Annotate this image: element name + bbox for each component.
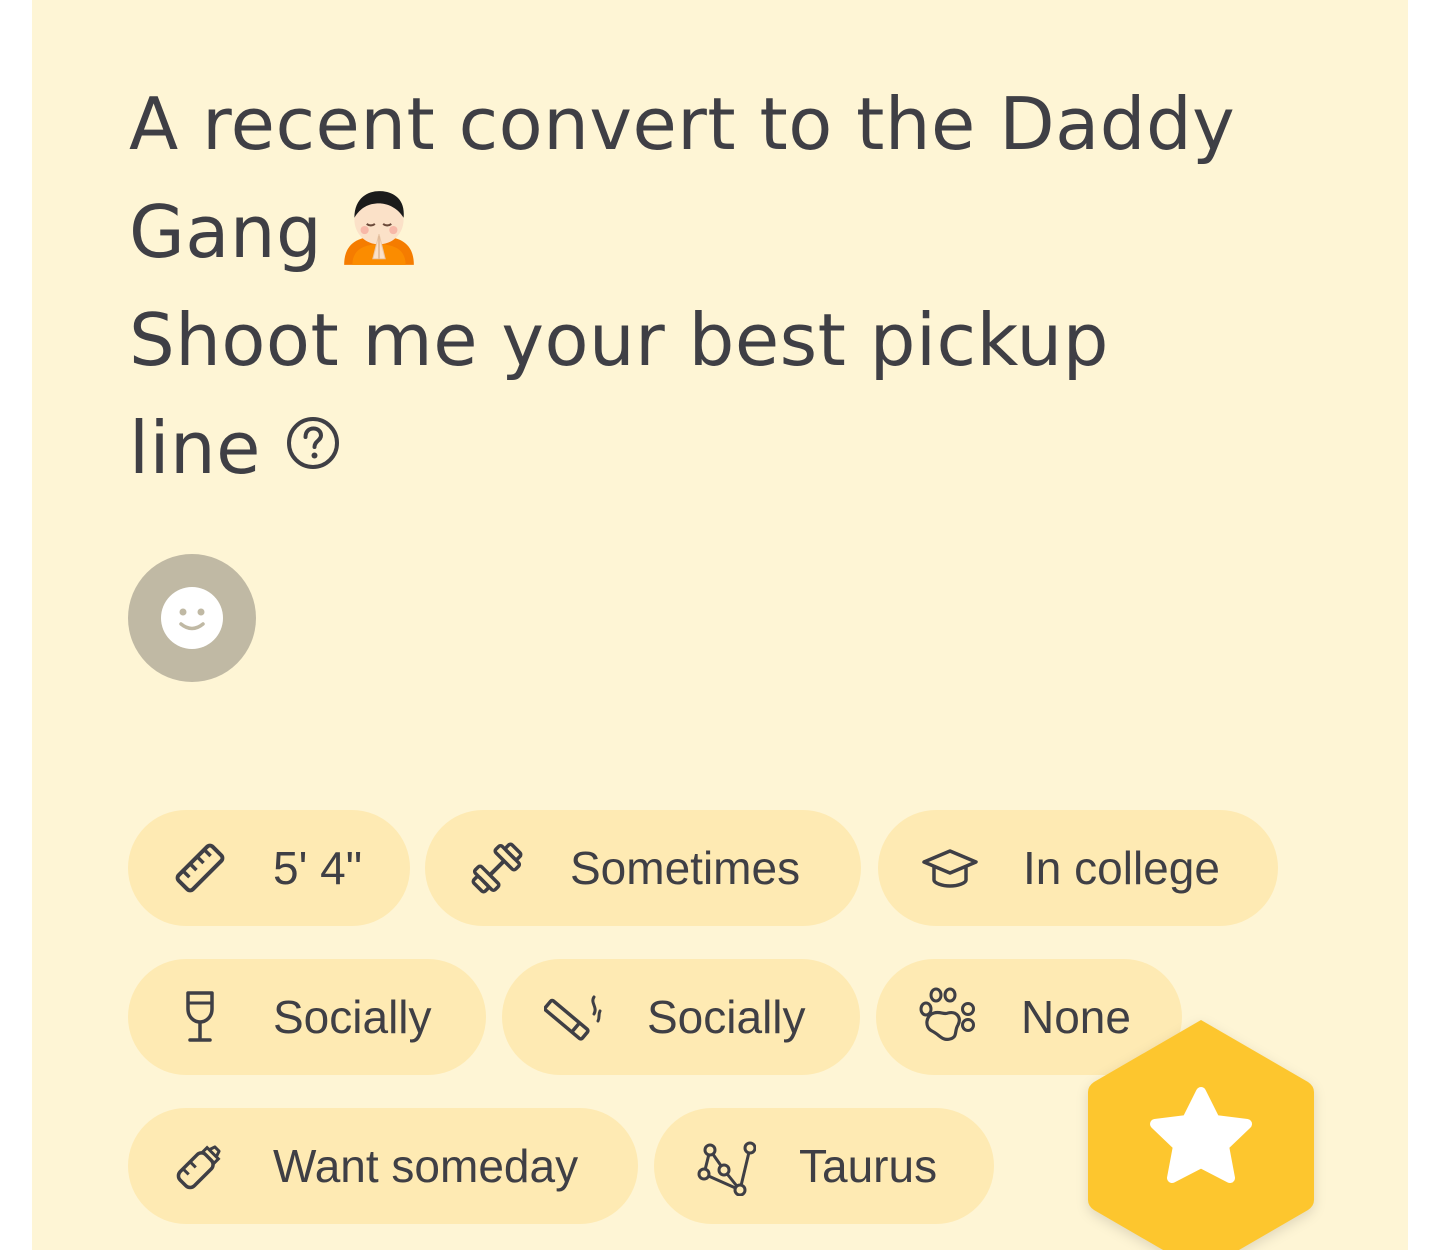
superswipe-button[interactable]: [1086, 1016, 1316, 1250]
bio-line: A recent convert to the Daddy: [129, 82, 1236, 166]
person-bowing-emoji-icon: [344, 191, 415, 265]
graduation-cap-icon: [922, 849, 978, 888]
wine-glass-icon: [186, 991, 214, 1042]
badge-height[interactable]: 5' 4": [128, 810, 410, 926]
badge-exercise[interactable]: Sometimes: [425, 810, 861, 926]
paw-icon: [919, 987, 975, 1041]
badge-label: In college: [1023, 842, 1220, 894]
badge-label: Socially: [647, 991, 806, 1043]
bio-line: line: [129, 394, 1359, 502]
profile-card: A recent convert to the Daddy Gang Shoot…: [32, 0, 1408, 1250]
cigarette-icon: [544, 995, 602, 1041]
badge-family-plans[interactable]: Want someday: [128, 1108, 638, 1224]
badge-smoking[interactable]: Socially: [502, 959, 860, 1075]
badge-label: 5' 4": [273, 842, 363, 894]
bio-line: Gang: [129, 178, 1359, 286]
badge-label: Taurus: [799, 1140, 938, 1192]
badge-label: Sometimes: [570, 842, 801, 894]
profile-bio: A recent convert to the Daddy Gang Shoot…: [129, 70, 1359, 502]
ruler-icon: [175, 843, 225, 893]
avatar[interactable]: [128, 554, 256, 682]
badge-education[interactable]: In college: [878, 810, 1278, 926]
badge-drinking[interactable]: Socially: [128, 959, 486, 1075]
bio-line: Shoot me your best pickup: [129, 298, 1109, 382]
dumbbell-icon: [471, 842, 523, 894]
question-circle-icon[interactable]: [285, 415, 341, 471]
smiley-face-icon: [161, 587, 223, 649]
constellation-icon: [697, 1141, 756, 1196]
badge-label: Want someday: [273, 1140, 579, 1192]
badge-zodiac[interactable]: Taurus: [654, 1108, 994, 1224]
badge-label: Socially: [273, 991, 432, 1043]
baby-bottle-icon: [176, 1145, 221, 1190]
